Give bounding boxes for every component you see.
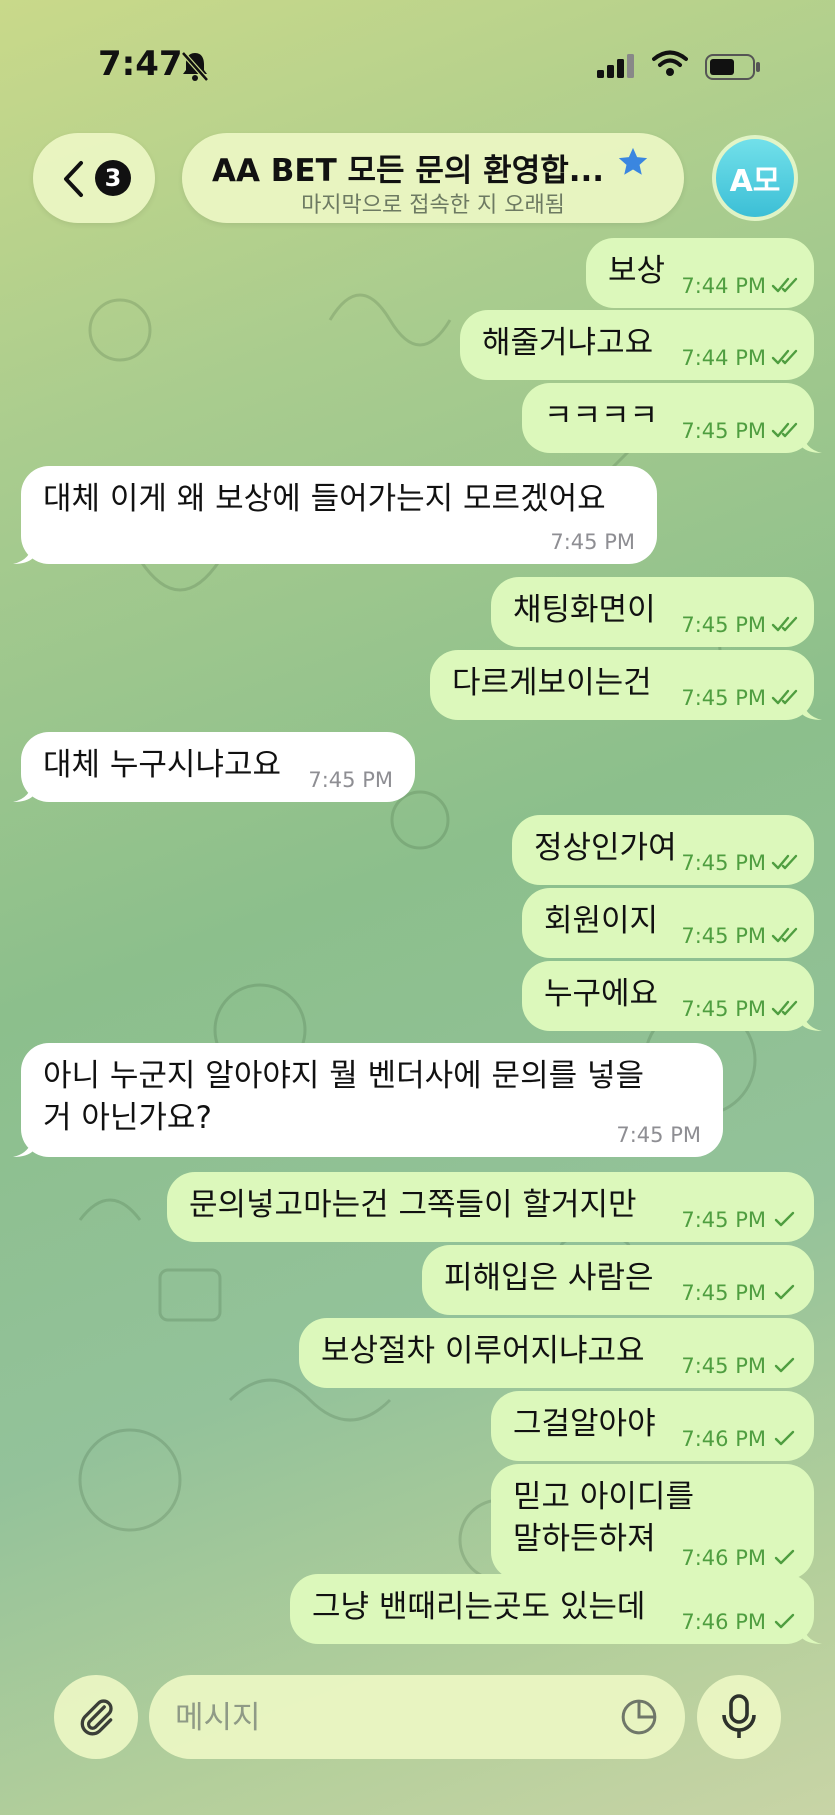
check-icon [774,1284,795,1300]
message-text: 정상인가여 [534,830,677,866]
status-time: 7:47 [98,44,183,84]
chat-title: AA BET 모든 문의 환영합... [212,153,605,189]
message-text: 회원이지 [544,903,659,939]
message-text: 피해입은 사람은 [444,1260,654,1296]
incoming-message[interactable]: 대체 이게 왜 보상에 들어가는지 모르겠어요 7:45 PM [13,466,657,564]
message-time: 7:44 PM [681,274,766,298]
message-text: 그냥 밴때리는곳도 있는데 [312,1589,646,1625]
chevron-left-icon [64,161,83,197]
cellular-signal-icon [597,54,634,78]
outgoing-message[interactable]: ㅋㅋㅋㅋ 7:45 PM [522,383,822,453]
bubble-tail [802,1009,822,1031]
message-time: 7:44 PM [681,346,766,370]
outgoing-message[interactable]: 그냥 밴때리는곳도 있는데 7:46 PM [290,1574,822,1644]
unread-count-badge: 3 [95,160,131,196]
outgoing-message[interactable]: 보상절차 이루어지냐고요 7:45 PM [299,1318,814,1388]
message-text: 해줄거냐고요 [482,325,654,361]
battery-icon [705,54,760,80]
bubble-tail [802,1622,822,1644]
attach-button[interactable] [54,1675,138,1759]
message-time: 7:45 PM [681,419,766,443]
sticker-icon[interactable] [619,1697,659,1737]
message-text: 보상절차 이루어지냐고요 [321,1333,645,1369]
check-icon [774,1549,795,1565]
message-time: 7:45 PM [550,530,635,554]
star-icon [618,147,648,175]
check-icon [774,1430,795,1446]
check-icon [774,1211,795,1227]
message-time: 7:45 PM [681,1281,766,1305]
message-text: 문의넣고마는건 그쪽들이 할거지만 [189,1187,637,1223]
message-text: 다르게보이는건 [452,665,652,701]
message-input[interactable] [173,1691,597,1745]
message-time: 7:46 PM [681,1546,766,1570]
bubble-tail [802,698,822,720]
check-icon [774,1357,795,1373]
outgoing-message[interactable]: 보상 7:44 PM [586,238,814,308]
wifi-icon [652,50,688,76]
message-time: 7:45 PM [681,851,766,875]
double-check-icon [771,854,798,870]
status-bar: 7:47 [0,0,835,120]
message-time: 7:45 PM [308,768,393,792]
outgoing-message[interactable]: 문의넣고마는건 그쪽들이 할거지만 7:45 PM [167,1172,814,1242]
message-text: 대체 이게 왜 보상에 들어가는지 모르겠어요 [43,481,606,517]
outgoing-message[interactable]: 다르게보이는건 7:45 PM [430,650,822,720]
double-check-icon [771,1000,798,1016]
message-text: 보상 [608,253,666,289]
message-text: 채팅화면이 [513,592,656,628]
message-text-line2: 말하든하져 [513,1521,656,1557]
message-text-line2: 거 아닌가요? [43,1100,212,1136]
last-seen-status: 마지막으로 접속한 지 오래됨 [301,193,565,218]
outgoing-message[interactable]: 채팅화면이 7:45 PM [491,577,814,647]
message-text: 대체 누구시냐고요 [43,747,282,783]
message-time: 7:45 PM [681,997,766,1021]
double-check-icon [771,689,798,705]
double-check-icon [771,349,798,365]
message-time: 7:46 PM [681,1427,766,1451]
double-check-icon [771,927,798,943]
message-time: 7:45 PM [681,686,766,710]
chat-header[interactable]: AA BET 모든 문의 환영합... 마지막으로 접속한 지 오래됨 [182,133,684,223]
double-check-icon [771,422,798,438]
paperclip-icon [80,1699,113,1736]
message-text: 아니 누군지 알아야지 뭘 벤더사에 문의를 넣을 [43,1058,645,1094]
message-composer[interactable] [149,1675,685,1759]
double-check-icon [771,277,798,293]
outgoing-message[interactable]: 믿고 아이디를말하든하져 7:46 PM [491,1464,814,1580]
microphone-icon [722,1694,756,1738]
message-time: 7:45 PM [681,924,766,948]
bubble-tail [13,542,33,564]
outgoing-message[interactable]: 누구에요 7:45 PM [522,961,822,1031]
bubble-tail [802,431,822,453]
incoming-message[interactable]: 아니 누군지 알아야지 뭘 벤더사에 문의를 넣을거 아닌가요? 7:45 PM [13,1043,723,1157]
message-time: 7:45 PM [681,613,766,637]
avatar[interactable]: A모 [712,135,798,221]
message-text: 그걸알아야 [513,1406,656,1442]
incoming-message[interactable]: 대체 누구시냐고요 7:45 PM [13,732,415,802]
outgoing-message[interactable]: 정상인가여 7:45 PM [512,815,814,885]
message-time: 7:46 PM [681,1610,766,1634]
message-text: 믿고 아이디를 [513,1479,694,1515]
back-button[interactable]: 3 [33,133,155,223]
bell-muted-icon [181,51,209,82]
message-text: 누구에요 [544,976,659,1012]
message-text: ㅋㅋㅋㅋ [544,398,659,434]
outgoing-message[interactable]: 피해입은 사람은 7:45 PM [422,1245,814,1315]
outgoing-message[interactable]: 회원이지 7:45 PM [522,888,814,958]
bubble-tail [13,1135,33,1157]
check-icon [774,1613,795,1629]
outgoing-message[interactable]: 그걸알아야 7:46 PM [491,1391,814,1461]
bubble-tail [13,780,33,802]
double-check-icon [771,616,798,632]
message-time: 7:45 PM [681,1354,766,1378]
message-time: 7:45 PM [681,1208,766,1232]
message-time: 7:45 PM [616,1123,701,1147]
microphone-button[interactable] [697,1675,781,1759]
outgoing-message[interactable]: 해줄거냐고요 7:44 PM [460,310,814,380]
